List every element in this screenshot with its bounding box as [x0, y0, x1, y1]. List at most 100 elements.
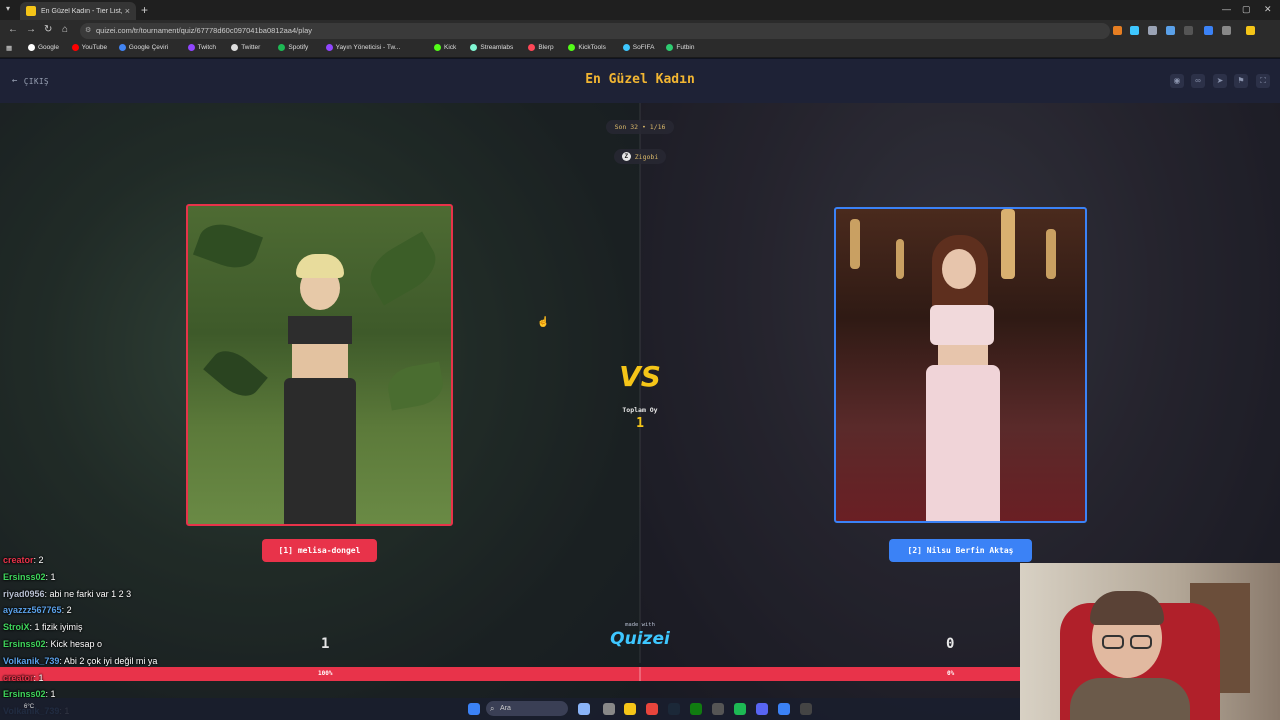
share-icon[interactable]: ➤: [1213, 74, 1227, 88]
contestant-right-image[interactable]: [834, 207, 1087, 523]
contestant-left-image[interactable]: [186, 204, 453, 526]
close-window-icon[interactable]: ✕: [1264, 4, 1272, 15]
bookmark-item[interactable]: Twitch: [187, 44, 216, 51]
bookmark-favicon-icon: [470, 44, 478, 51]
chat-message: Volkanik_739: Abi 2 çok iyi değil mi ya: [3, 656, 157, 666]
taskbar-search-label: Ara: [500, 705, 511, 712]
bookmark-label: Spotify: [288, 44, 309, 51]
creator-name: Zigobi: [634, 152, 659, 161]
bookmark-item[interactable]: Streamlabs: [470, 44, 513, 51]
bookmark-label: Twitter: [241, 44, 261, 51]
widgets-icon[interactable]: [578, 703, 590, 715]
bookmark-label: Futbin: [676, 44, 695, 51]
app-header: ← ÇIKIŞ En Güzel Kadın ◉ ∞ ➤ ⚑ ⛶: [0, 59, 1280, 103]
maximize-icon[interactable]: ▢: [1242, 4, 1251, 15]
total-votes-value: 1: [636, 416, 644, 431]
chat-text: : 2: [61, 605, 72, 616]
profile-avatar-icon[interactable]: [1246, 26, 1255, 35]
quizei-logo[interactable]: Quizei: [600, 629, 680, 649]
bookmark-favicon-icon: [622, 44, 630, 51]
extension-icon[interactable]: [1130, 26, 1139, 35]
bookmark-item[interactable]: SoFIFA: [622, 44, 654, 51]
fullscreen-icon[interactable]: ⛶: [1256, 74, 1270, 88]
taskbar-search[interactable]: ⌕ Ara: [486, 701, 568, 716]
foliage: [203, 342, 268, 405]
vote-progress-bar: [0, 667, 1020, 681]
browser-tabbar: ▾ En Güzel Kadın - Tier List, Kör S × + …: [0, 0, 1280, 20]
extension-icon[interactable]: [1148, 26, 1157, 35]
bookmark-item[interactable]: Twitter: [231, 44, 260, 51]
link-icon[interactable]: ∞: [1191, 74, 1205, 88]
bookmark-item[interactable]: Google Çeviri: [118, 44, 168, 51]
steam-icon[interactable]: [668, 703, 680, 715]
tab-title: En Güzel Kadın - Tier List, Kör S: [41, 7, 122, 15]
task-view-icon[interactable]: [603, 703, 615, 715]
minimize-icon[interactable]: —: [1222, 4, 1231, 14]
forward-icon[interactable]: →: [26, 24, 36, 35]
right-percent: 0%: [947, 670, 955, 677]
reload-icon[interactable]: ↻: [44, 24, 52, 35]
bookmark-item[interactable]: KickTools: [568, 44, 606, 51]
chat-text: : 1: [45, 571, 56, 582]
bookmark-item[interactable]: YouTube: [71, 44, 108, 51]
bookmark-item[interactable]: Spotify: [278, 44, 308, 51]
made-with-label: made with: [625, 622, 655, 628]
webcam-overlay: [1020, 563, 1280, 720]
start-icon[interactable]: [468, 703, 480, 715]
streamer-shirt: [1070, 678, 1190, 720]
search-icon: ⌕: [490, 704, 495, 713]
browser-tab[interactable]: En Güzel Kadın - Tier List, Kör S ×: [20, 2, 136, 20]
extensions-puzzle-icon[interactable]: [1222, 26, 1231, 35]
obs-icon[interactable]: [712, 703, 724, 715]
weather-label: 6°C: [24, 704, 35, 710]
xbox-icon[interactable]: [690, 703, 702, 715]
extension-icon[interactable]: [1184, 26, 1193, 35]
extension-icon[interactable]: [1166, 26, 1175, 35]
bookmark-item[interactable]: Google: [28, 44, 59, 51]
home-icon[interactable]: ⌂: [62, 24, 68, 35]
chat-message: creator: 1: [3, 673, 44, 683]
app-icon[interactable]: [778, 703, 790, 715]
spotify-icon[interactable]: [734, 703, 746, 715]
bookmark-favicon-icon: [71, 44, 79, 51]
bookmark-label: YouTube: [81, 44, 108, 51]
bookmark-favicon-icon: [118, 44, 126, 51]
discord-icon[interactable]: [756, 703, 768, 715]
back-icon[interactable]: ←: [8, 24, 18, 35]
left-percent: 100%: [318, 670, 333, 677]
top: [288, 316, 352, 344]
file-explorer-icon[interactable]: [624, 703, 636, 715]
vote-left-button[interactable]: [1] melisa-dongel: [262, 539, 377, 562]
bookmark-item[interactable]: Blerp: [528, 44, 554, 51]
chat-message: creator: 2: [3, 555, 44, 565]
bookmark-label: Google: [38, 44, 59, 51]
streamer-hair: [1090, 591, 1164, 625]
new-tab-button[interactable]: +: [141, 3, 148, 17]
close-tab-icon[interactable]: ×: [125, 6, 130, 16]
bookmark-item[interactable]: Yayın Yöneticisi - Tw...: [325, 44, 400, 51]
chat-text: : abi ne farki var 1 2 3: [44, 588, 132, 599]
site-info-icon[interactable]: ⚙: [85, 23, 91, 39]
apps-grid-icon[interactable]: ▦: [6, 44, 12, 52]
background-light: [896, 239, 904, 279]
foliage: [384, 361, 447, 411]
chat-message: StroiX: 1 fizik iyimiş: [3, 622, 83, 632]
bookmark-favicon-icon: [528, 44, 536, 51]
eye-icon[interactable]: ◉: [1170, 74, 1184, 88]
chrome-icon[interactable]: [646, 703, 658, 715]
creator-badge[interactable]: Z Zigobi: [614, 149, 666, 164]
chat-username: Ersinss02: [3, 639, 46, 649]
url-bar[interactable]: ⚙ quizei.com/tr/tournament/quiz/67778d60…: [80, 23, 1110, 39]
bookmark-favicon-icon: [568, 44, 576, 51]
url-text: quizei.com/tr/tournament/quiz/67778d60c0…: [96, 26, 312, 35]
chat-text: : Kick hesap o: [45, 639, 103, 649]
chat-message: Ersinss02: 1: [3, 572, 56, 582]
app-icon[interactable]: [800, 703, 812, 715]
extension-icon[interactable]: [1204, 26, 1213, 35]
extension-icon[interactable]: [1113, 26, 1122, 35]
tab-search-icon[interactable]: ▾: [6, 4, 10, 13]
bookmark-item[interactable]: Futbin: [666, 44, 694, 51]
flag-icon[interactable]: ⚑: [1234, 74, 1248, 88]
vote-right-button[interactable]: [2] Nilsu Berfin Aktaş: [889, 539, 1032, 562]
bookmark-item[interactable]: Kick: [434, 44, 456, 51]
